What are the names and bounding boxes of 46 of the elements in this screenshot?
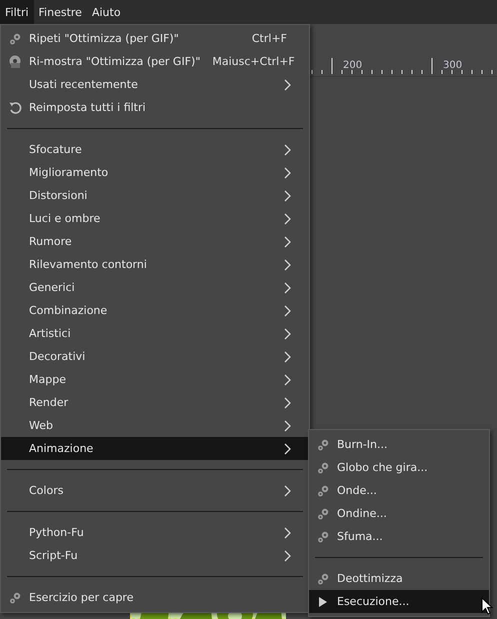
menu-item[interactable]: Animazione: [1, 437, 309, 460]
menubar-item[interactable]: Finestre: [34, 0, 87, 24]
menu-item[interactable]: Sfuma...: [309, 525, 489, 548]
menu-item[interactable]: Usati recentemente: [1, 73, 309, 96]
menu-item[interactable]: Web: [1, 414, 309, 437]
mouse-pointer-icon: [481, 597, 493, 615]
menu-item[interactable]: Luci e ombre: [1, 207, 309, 230]
gear-icon: [316, 438, 330, 452]
menu-item[interactable]: Python-Fu: [1, 521, 309, 544]
menu-item[interactable]: Ri-mostra "Ottimizza (per GIF)" Maiusc+Ctrl+F: [1, 50, 309, 73]
reset-icon: [8, 100, 22, 114]
gear-icon: [316, 530, 330, 544]
gear-icon: [316, 506, 330, 520]
menu-item[interactable]: Rumore: [1, 230, 309, 253]
play-icon: [318, 596, 328, 606]
ruler-label: 200: [343, 60, 362, 71]
menubar-item[interactable]: Aiuto: [86, 0, 126, 24]
menu-item[interactable]: Rilevamento contorni: [1, 253, 309, 276]
menu-item[interactable]: Esercizio per capre: [1, 586, 309, 609]
gear-icon: [316, 484, 330, 498]
menu-item[interactable]: Ondine...: [309, 502, 489, 525]
menu-item[interactable]: Esecuzione...: [309, 590, 489, 613]
gear-icon: [8, 32, 22, 46]
menu-item[interactable]: Generici: [1, 276, 309, 299]
menu-item[interactable]: Mappe: [1, 368, 309, 391]
menu-item[interactable]: Onde...: [309, 479, 489, 502]
menu-item[interactable]: Deottimizza: [309, 567, 489, 590]
menu-item[interactable]: Reimposta tutti i filtri: [1, 96, 309, 119]
menu-item[interactable]: Combinazione: [1, 299, 309, 322]
menu-item[interactable]: Script-Fu: [1, 544, 309, 567]
menu-item[interactable]: Burn-In...: [309, 433, 489, 456]
menu-item[interactable]: Artistici: [1, 322, 309, 345]
menu-item[interactable]: Miglioramento: [1, 161, 309, 184]
menu-item[interactable]: Decorativi: [1, 345, 309, 368]
ruler-label: 300: [443, 60, 462, 71]
menu-item[interactable]: Distorsioni: [1, 184, 309, 207]
filter-dialog-icon: [8, 54, 22, 68]
gear-icon: [8, 590, 22, 604]
menu-item[interactable]: Globo che gira...: [309, 456, 489, 479]
gear-icon: [316, 572, 330, 586]
menu-item[interactable]: Sfocature: [1, 138, 309, 161]
gear-icon: [316, 460, 330, 474]
menu-item[interactable]: Colors: [1, 479, 309, 502]
menu-item[interactable]: Ripeti "Ottimizza (per GIF)" Ctrl+F: [1, 27, 309, 50]
menu-item[interactable]: Render: [1, 391, 309, 414]
menubar-item[interactable]: Filtri: [0, 0, 34, 24]
